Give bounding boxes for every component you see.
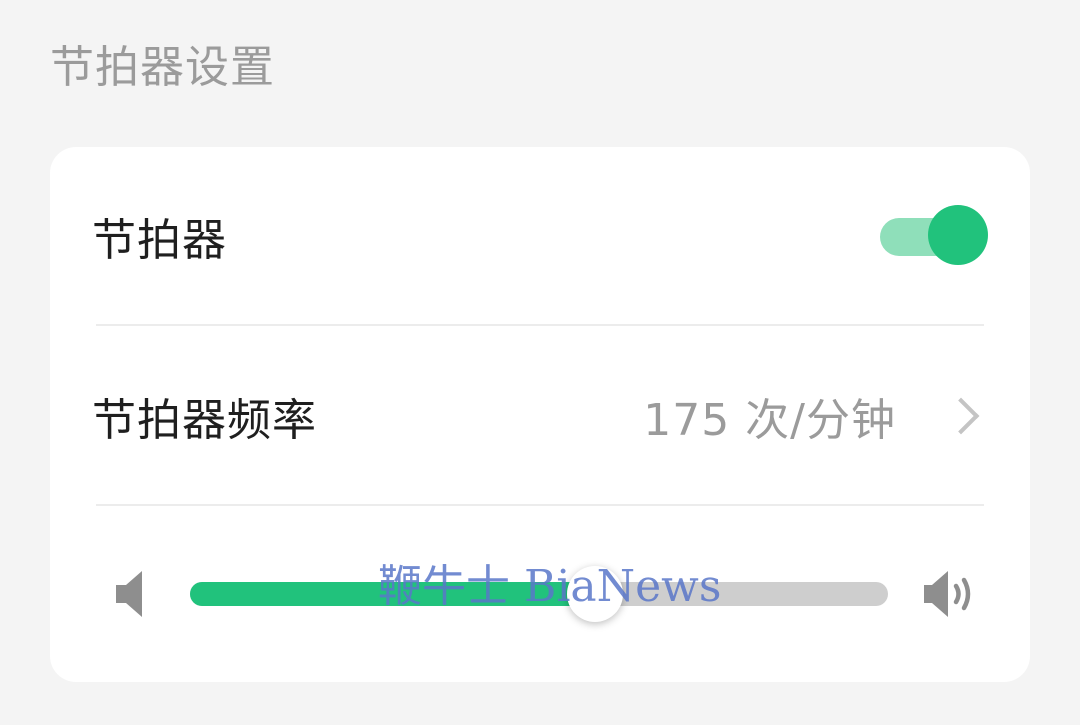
metronome-toggle[interactable]: [880, 205, 988, 267]
frequency-value: 175 次/分钟: [643, 395, 896, 446]
frequency-row[interactable]: 节拍器频率 175 次/分钟: [92, 327, 988, 505]
slider-fill: [190, 582, 595, 606]
divider: [96, 324, 984, 326]
speaker-high-icon[interactable]: [920, 569, 980, 619]
divider: [96, 504, 984, 506]
slider-thumb[interactable]: [566, 566, 623, 622]
volume-row: [50, 547, 1030, 647]
chevron-right-icon: [942, 397, 980, 435]
settings-card: 节拍器 节拍器频率 175 次/分钟: [50, 147, 1030, 682]
volume-slider[interactable]: [190, 566, 888, 622]
toggle-knob: [928, 205, 988, 265]
section-title: 节拍器设置: [50, 42, 275, 93]
speaker-low-icon[interactable]: [112, 569, 172, 619]
frequency-label: 节拍器频率: [92, 395, 317, 446]
metronome-row[interactable]: 节拍器: [92, 147, 988, 325]
metronome-label: 节拍器: [92, 215, 227, 266]
